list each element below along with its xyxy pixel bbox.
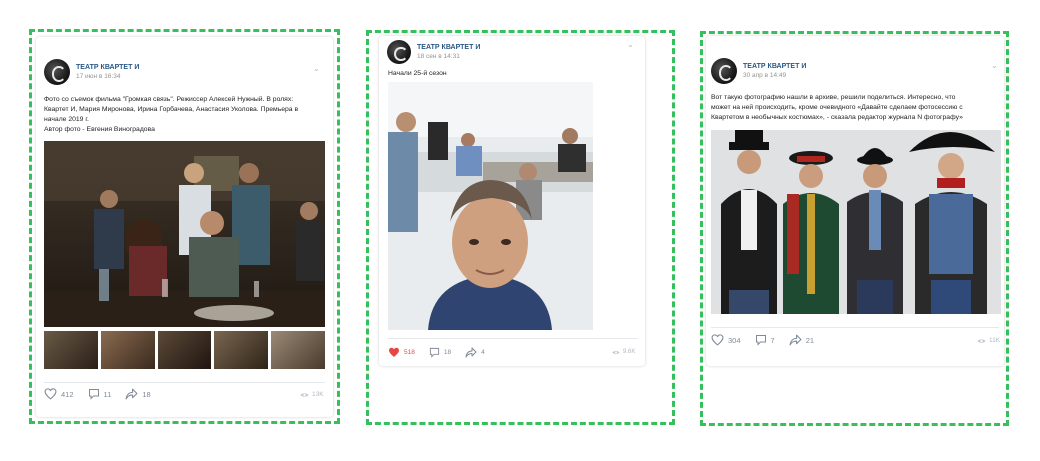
costume-photo xyxy=(711,130,1001,314)
view-count: 13K xyxy=(300,391,324,398)
share-button[interactable]: 21 xyxy=(789,334,814,346)
comment-button[interactable]: 11 xyxy=(88,388,112,400)
share-count: 21 xyxy=(805,335,815,345)
comment-button[interactable]: 18 xyxy=(429,347,451,358)
post-text: Фото со съемок фильма "Громкая связь". Р… xyxy=(44,95,329,134)
view-count-value: 9.6K xyxy=(623,349,636,355)
post-photo[interactable] xyxy=(711,130,1001,314)
like-count: 412 xyxy=(61,389,74,399)
comment-count: 18 xyxy=(443,349,452,356)
like-button[interactable]: 412 xyxy=(44,388,74,400)
view-count: 9.6K xyxy=(612,349,635,355)
photo-thumbnails xyxy=(44,331,325,369)
photo-thumbnail[interactable] xyxy=(44,331,98,369)
author-name[interactable]: ТЕАТР КВАРТЕТ И xyxy=(743,63,806,70)
chevron-down-icon[interactable]: ⌄ xyxy=(313,64,320,73)
share-button[interactable]: 18 xyxy=(125,388,151,400)
divider xyxy=(44,382,325,383)
post-text-line: может на ней происходить, кроме очевидно… xyxy=(711,103,963,111)
post-text: Вот такую фотографию нашли в архиве, реш… xyxy=(711,93,1001,123)
comment-icon xyxy=(755,335,766,346)
comment-icon xyxy=(429,347,439,358)
post-date[interactable]: 17 июн в 16:34 xyxy=(76,73,139,80)
like-count: 304 xyxy=(728,335,741,345)
post-date[interactable]: 18 сен в 14:31 xyxy=(417,53,480,60)
eye-icon xyxy=(612,350,620,354)
share-count: 18 xyxy=(142,389,151,399)
photo-thumbnail[interactable] xyxy=(100,331,155,369)
heart-icon xyxy=(389,347,399,357)
post-date[interactable]: 30 апр в 14:49 xyxy=(743,72,806,79)
post-text-line: Начали 25-й сезон xyxy=(388,70,447,77)
post-text-line: Квартет И, Мария Миронова, Ирина Горбаче… xyxy=(44,105,299,113)
divider xyxy=(388,338,638,339)
post-photo[interactable] xyxy=(44,141,325,327)
author-name[interactable]: ТЕАТР КВАРТЕТ И xyxy=(417,44,480,51)
comment-count: 11 xyxy=(103,389,112,399)
share-button[interactable]: 4 xyxy=(465,347,485,358)
share-count: 4 xyxy=(481,349,485,356)
post-actions: 412 11 18 xyxy=(44,388,165,400)
film-set-photo xyxy=(44,141,325,327)
comment-button[interactable]: 7 xyxy=(755,334,775,346)
like-count: 518 xyxy=(404,349,415,356)
eye-icon xyxy=(300,392,309,397)
view-count: 11K xyxy=(977,337,1000,344)
post-text: Начали 25-й сезон xyxy=(388,69,638,79)
heart-icon xyxy=(44,388,57,400)
share-icon xyxy=(789,334,802,346)
office-selfie-photo xyxy=(388,82,593,330)
post-text-line: Фото со съемок фильма "Громкая связь". Р… xyxy=(44,96,294,103)
post-header: ТЕАТР КВАРТЕТ И 18 сен в 14:31 xyxy=(387,40,480,64)
post-card-2: ТЕАТР КВАРТЕТ И 18 сен в 14:31 ⌄ Начали … xyxy=(379,36,645,366)
divider xyxy=(711,327,999,328)
avatar[interactable] xyxy=(44,59,70,85)
avatar[interactable] xyxy=(387,40,411,64)
post-text-line: Автор фото - Евгения Виноградова xyxy=(44,125,155,133)
like-button[interactable]: 304 xyxy=(711,334,741,346)
comment-count: 7 xyxy=(770,335,775,345)
post-photo[interactable] xyxy=(388,82,593,330)
post-text-line: Вот такую фотографию нашли в архиве, реш… xyxy=(711,94,956,101)
photo-thumbnail[interactable] xyxy=(271,331,325,369)
post-actions: 518 18 4 xyxy=(388,347,499,358)
share-icon xyxy=(465,347,477,358)
heart-icon xyxy=(711,334,724,346)
avatar[interactable] xyxy=(711,58,737,84)
post-actions: 304 7 21 xyxy=(711,334,828,346)
view-count-value: 13K xyxy=(312,391,324,398)
photo-thumbnail[interactable] xyxy=(157,331,212,369)
post-text-line: Квартетом в необычных костюмах», - сказа… xyxy=(711,113,963,121)
post-text-line: начале 2019 г. xyxy=(44,115,89,123)
author-name[interactable]: ТЕАТР КВАРТЕТ И xyxy=(76,64,139,71)
view-count-value: 11K xyxy=(989,337,1001,344)
like-button[interactable]: 518 xyxy=(388,347,415,358)
post-card-3: ТЕАТР КВАРТЕТ И 30 апр в 14:49 ⌄ Вот так… xyxy=(706,36,1004,366)
post-header: ТЕАТР КВАРТЕТ И 30 апр в 14:49 xyxy=(711,58,806,84)
chevron-down-icon[interactable]: ⌄ xyxy=(991,61,998,70)
eye-icon xyxy=(977,338,986,343)
comment-icon xyxy=(88,389,99,400)
chevron-down-icon[interactable]: ⌄ xyxy=(627,40,634,49)
post-header: ТЕАТР КВАРТЕТ И 17 июн в 16:34 xyxy=(44,59,139,85)
post-card-1: ТЕАТР КВАРТЕТ И 17 июн в 16:34 ⌄ Фото со… xyxy=(36,37,333,417)
photo-thumbnail[interactable] xyxy=(214,331,269,369)
share-icon xyxy=(125,388,138,400)
